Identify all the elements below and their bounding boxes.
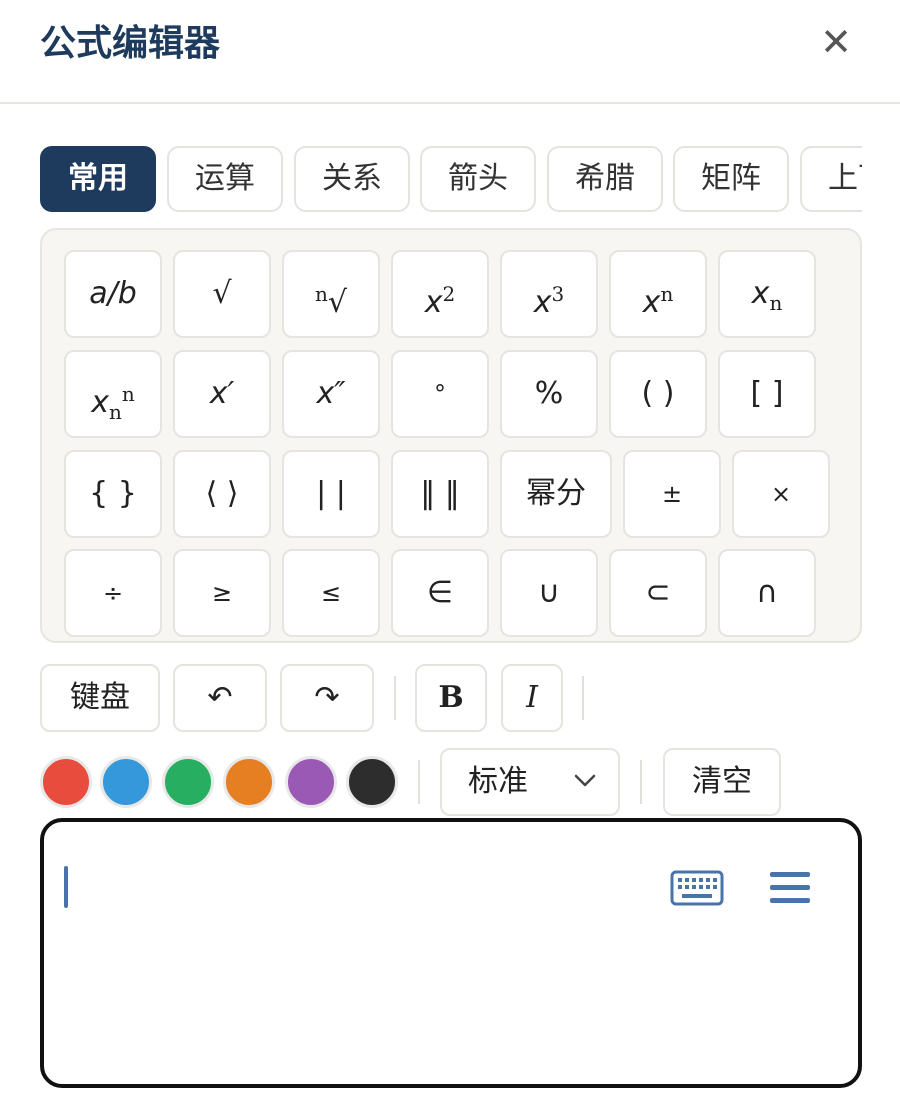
undo-button[interactable]: ↶ xyxy=(173,664,267,732)
color-swatch-green[interactable] xyxy=(162,756,214,808)
key-subset[interactable]: ⊂ xyxy=(609,549,707,637)
toolbar-divider xyxy=(394,676,396,720)
key-greater-equal[interactable]: ≥ xyxy=(173,549,271,637)
tab-sub-super[interactable]: 上下 xyxy=(800,146,862,212)
key-power-base: x xyxy=(642,285,661,320)
key-braces[interactable]: { } xyxy=(64,450,162,538)
symbol-panel: a/b √ n√ x2 x3 xn xn xnn x′ x″ ° % ( ) [… xyxy=(40,228,862,643)
color-swatch-red[interactable] xyxy=(40,756,92,808)
key-brackets[interactable]: [ ] xyxy=(718,350,816,438)
key-nth-root-sign: √ xyxy=(327,285,347,320)
menu-icon[interactable] xyxy=(770,870,810,906)
keyboard-icon[interactable] xyxy=(670,870,724,906)
key-times[interactable]: × xyxy=(732,450,830,538)
key-double-prime[interactable]: x″ xyxy=(282,350,380,438)
tab-greek[interactable]: 希腊 xyxy=(547,146,663,212)
italic-button[interactable]: I xyxy=(501,664,563,732)
text-caret xyxy=(64,866,68,908)
toolbar-divider xyxy=(582,676,584,720)
key-power-fraction[interactable]: 幂分 xyxy=(500,450,612,538)
key-power[interactable]: xn xyxy=(609,250,707,338)
key-degree[interactable]: ° xyxy=(391,350,489,438)
key-norm[interactable]: ‖ ‖ xyxy=(391,450,489,538)
key-cube-exp: 3 xyxy=(551,282,565,306)
key-square-exp: 2 xyxy=(442,282,456,306)
key-element-of[interactable]: ∈ xyxy=(391,549,489,637)
key-power-exp: n xyxy=(660,282,674,306)
key-parentheses[interactable]: ( ) xyxy=(609,350,707,438)
tab-arrows[interactable]: 箭头 xyxy=(420,146,536,212)
key-cube[interactable]: x3 xyxy=(500,250,598,338)
key-sqrt[interactable]: √ xyxy=(173,250,271,338)
size-select-value: 标准 xyxy=(468,764,528,799)
key-subscript[interactable]: xn xyxy=(718,250,816,338)
key-nth-root[interactable]: n√ xyxy=(282,250,380,338)
key-square-base: x xyxy=(424,285,443,320)
chevron-down-icon xyxy=(574,774,596,787)
color-swatch-blue[interactable] xyxy=(100,756,152,808)
color-swatch-purple[interactable] xyxy=(285,756,337,808)
select-divider xyxy=(640,760,642,804)
keyboard-button[interactable]: 键盘 xyxy=(40,664,160,732)
tab-operations[interactable]: 运算 xyxy=(167,146,283,212)
size-select[interactable]: 标准 xyxy=(440,748,620,816)
tab-matrix[interactable]: 矩阵 xyxy=(673,146,789,212)
key-less-equal[interactable]: ≤ xyxy=(282,549,380,637)
dialog-title: 公式编辑器 xyxy=(40,23,221,64)
key-cube-base: x xyxy=(533,285,552,320)
clear-button[interactable]: 清空 xyxy=(663,748,781,816)
key-subsup-sub: n xyxy=(108,400,122,424)
dialog-header: 公式编辑器 ✕ xyxy=(0,0,900,104)
color-swatch-black[interactable] xyxy=(346,756,398,808)
key-percent[interactable]: % xyxy=(500,350,598,438)
color-divider xyxy=(418,760,420,804)
key-divide[interactable]: ÷ xyxy=(64,549,162,637)
key-plus-minus[interactable]: ± xyxy=(623,450,721,538)
close-icon[interactable]: ✕ xyxy=(816,22,856,62)
key-fraction[interactable]: a/b xyxy=(64,250,162,338)
key-subsup-base: x xyxy=(91,385,109,420)
key-union[interactable]: ∪ xyxy=(500,549,598,637)
key-intersection[interactable]: ∩ xyxy=(718,549,816,637)
key-subsup-sup: n xyxy=(121,382,135,406)
tab-common[interactable]: 常用 xyxy=(40,146,156,212)
key-sub-superscript[interactable]: xnn xyxy=(64,350,162,438)
tab-relations[interactable]: 关系 xyxy=(294,146,410,212)
category-tabs: 常用 运算 关系 箭头 希腊 矩阵 上下 xyxy=(40,146,862,214)
key-prime[interactable]: x′ xyxy=(173,350,271,438)
key-square[interactable]: x2 xyxy=(391,250,489,338)
redo-button[interactable]: ↷ xyxy=(280,664,374,732)
formula-input-area[interactable] xyxy=(40,818,862,1088)
key-angle-brackets[interactable]: ⟨ ⟩ xyxy=(173,450,271,538)
key-subscript-base: x xyxy=(751,276,770,311)
key-nth-root-index: n xyxy=(314,282,328,306)
key-absolute[interactable]: | | xyxy=(282,450,380,538)
bold-button[interactable]: B xyxy=(415,664,487,732)
color-swatch-orange[interactable] xyxy=(223,756,275,808)
key-subscript-index: n xyxy=(769,291,783,315)
